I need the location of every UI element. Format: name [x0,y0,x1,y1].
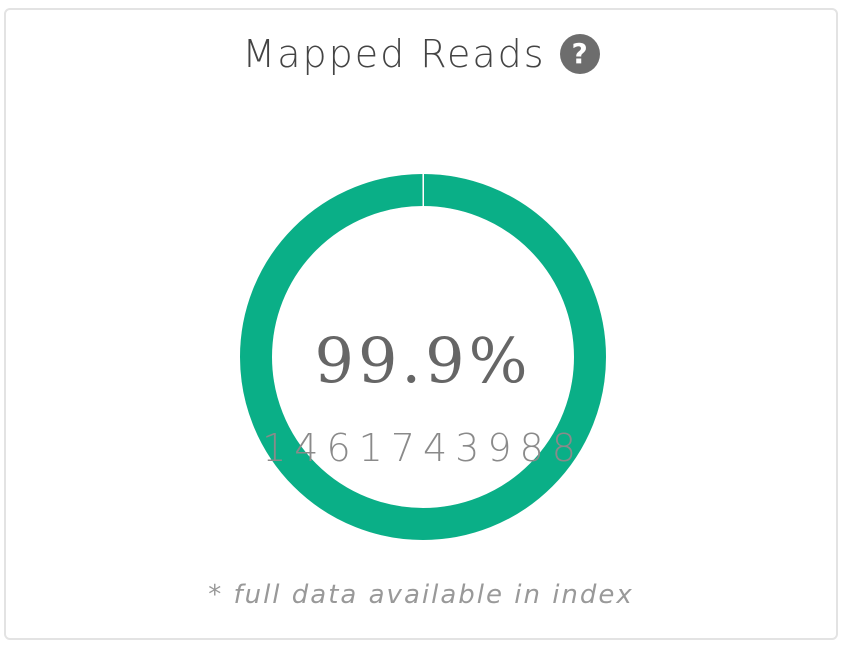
donut-chart: 99.9% 1461743988 [240,174,606,540]
percent-value: 99.9% [314,324,532,397]
read-count: 1461743988 [262,426,584,470]
card-header: Mapped Reads ? [6,32,836,76]
card-title: Mapped Reads [242,32,546,76]
footnote: * full data available in index [208,580,634,610]
mapped-reads-card: Mapped Reads ? 99.9% 1461743988 * full d… [4,8,838,640]
help-icon[interactable]: ? [559,34,600,74]
